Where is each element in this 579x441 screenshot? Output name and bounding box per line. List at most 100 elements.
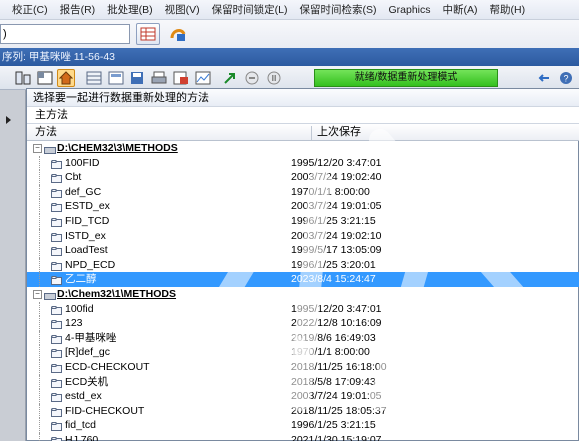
dialog-title: 选择要一起进行数据重新处理的方法 xyxy=(27,89,579,107)
method-name: HJ 760 xyxy=(65,433,99,441)
tree-line xyxy=(39,418,40,433)
tree-line xyxy=(39,403,40,419)
tree-line xyxy=(39,316,40,331)
load-method-icon[interactable] xyxy=(166,23,190,45)
folder-row[interactable]: − D:\Chem32\1\METHODS xyxy=(27,287,579,302)
tree-line xyxy=(39,432,40,441)
menu-calibration[interactable]: 校正(C) xyxy=(6,2,54,17)
table-icon[interactable] xyxy=(136,23,160,45)
method-folder-icon xyxy=(51,436,62,441)
method-date: 2003/7/24 19:01:05 xyxy=(291,390,382,403)
method-date: 2003/7/24 19:02:40 xyxy=(291,171,382,184)
method-folder-icon xyxy=(51,261,62,271)
method-folder-icon xyxy=(51,305,62,315)
method-folder-icon xyxy=(51,202,62,213)
method-combo[interactable]: ) xyxy=(0,24,130,44)
chart-icon[interactable] xyxy=(194,69,212,87)
method-row[interactable]: LoadTest 1999/5/17 13:05:09 xyxy=(27,243,579,258)
menu-graphics[interactable]: Graphics xyxy=(383,4,437,16)
method-row[interactable]: FID_TCD 1996/1/25 3:21:15 xyxy=(27,213,579,229)
method-folder-icon xyxy=(51,188,62,198)
method-row[interactable]: NPD_ECD 1996/1/25 3:20:01 xyxy=(27,257,579,273)
method-folder-icon xyxy=(51,407,62,417)
menu-view[interactable]: 视图(V) xyxy=(159,2,206,17)
method-name: ECD关机 xyxy=(65,375,109,388)
stop-icon[interactable] xyxy=(243,69,261,87)
tree-line xyxy=(39,199,40,214)
method-row: ) xyxy=(0,20,579,48)
menu-rt-lock[interactable]: 保留时间锁定(L) xyxy=(206,2,294,17)
collapse-icon[interactable]: − xyxy=(33,289,42,299)
sequence-table-icon[interactable] xyxy=(107,69,125,87)
method-row[interactable]: def_GC 1970/1/1 8:00:00 xyxy=(27,184,579,200)
method-name: ISTD_ex xyxy=(65,229,106,242)
pause-icon[interactable] xyxy=(265,69,283,87)
method-row[interactable]: 123 2022/12/8 10:16:09 xyxy=(27,316,579,331)
menu-help[interactable]: 帮助(H) xyxy=(484,2,532,17)
method-row[interactable]: estd_ex 2003/7/24 19:01:05 xyxy=(27,389,579,404)
col-last-saved[interactable]: 上次保存 xyxy=(317,124,361,141)
layout2-icon[interactable] xyxy=(36,69,54,87)
prev-icon[interactable] xyxy=(536,69,554,87)
left-panel xyxy=(0,90,26,441)
tree-line xyxy=(39,389,40,404)
method-row[interactable]: FID-CHECKOUT 2018/11/25 18:05:37 xyxy=(27,403,579,419)
tree-line xyxy=(39,228,40,244)
method-row[interactable]: [R]def_gc 1970/1/1 8:00:00 xyxy=(27,345,579,360)
method-name: [R]def_gc xyxy=(65,346,110,359)
col-method[interactable]: 方法 xyxy=(35,124,57,141)
method-folder-icon xyxy=(51,378,62,388)
save-icon[interactable] xyxy=(129,69,147,87)
tree-line xyxy=(39,359,40,375)
collapse-icon[interactable]: − xyxy=(33,144,42,153)
method-row[interactable]: ECD-CHECKOUT 2018/11/25 16:18:00 xyxy=(27,359,579,375)
main-toolbar: 就绪/数据重新处理模式 ? xyxy=(0,66,579,90)
method-name: ESTD_ex xyxy=(65,200,110,213)
menu-batch[interactable]: 批处理(B) xyxy=(101,2,159,17)
method-date: 2003/7/24 19:01:05 xyxy=(291,200,382,213)
method-folder-icon xyxy=(51,348,62,359)
method-row[interactable]: ESTD_ex 2003/7/24 19:01:05 xyxy=(27,199,579,214)
method-folder-icon xyxy=(51,363,62,373)
expand-arrow-icon[interactable] xyxy=(6,116,11,124)
method-date: 1996/1/25 3:21:15 xyxy=(291,214,376,227)
method-date: 1999/5/17 13:05:09 xyxy=(291,244,382,257)
method-date: 2003/7/24 19:02:10 xyxy=(291,229,382,242)
method-name: Cbt xyxy=(65,171,82,184)
method-row[interactable]: fid_tcd 1996/1/25 3:21:15 xyxy=(27,418,579,433)
method-row[interactable]: Cbt 2003/7/24 19:02:40 xyxy=(27,170,579,185)
method-select-dialog: 选择要一起进行数据重新处理的方法 主方法 方法 上次保存 − D:\CHEM32\… xyxy=(26,88,579,441)
layout-icon[interactable] xyxy=(14,69,32,87)
tree-line xyxy=(39,213,40,229)
report-icon[interactable] xyxy=(172,69,190,87)
folder-row[interactable]: − D:\CHEM32\3\METHODS xyxy=(27,141,579,156)
method-date: 1996/1/25 3:20:01 xyxy=(291,258,376,271)
tree-line xyxy=(39,374,40,390)
method-row[interactable]: 4-甲基咪唑 2019/8/6 16:49:03 xyxy=(27,330,579,346)
tree-line xyxy=(39,301,40,317)
method-row[interactable]: 100fid 1995/12/20 3:47:01 xyxy=(27,301,579,317)
method-row[interactable]: HJ 760 2021/1/30 15:19:07 xyxy=(27,432,579,441)
menu-report[interactable]: 报告(R) xyxy=(54,2,102,17)
method-folder-icon xyxy=(51,392,62,403)
help-icon[interactable]: ? xyxy=(557,69,575,87)
menu-abort[interactable]: 中断(A) xyxy=(437,2,484,17)
method-date: 2018/11/25 16:18:00 xyxy=(291,360,387,373)
tree-line xyxy=(39,272,40,287)
home-icon[interactable] xyxy=(57,68,76,87)
method-name: 123 xyxy=(65,317,83,330)
menu-rt-search[interactable]: 保留时间检索(S) xyxy=(294,2,383,17)
grid-icon[interactable] xyxy=(85,69,103,87)
method-name: estd_ex xyxy=(65,390,102,403)
print-icon[interactable] xyxy=(150,69,168,87)
method-row[interactable]: 乙二醇 2023/8/4 15:24:47 xyxy=(27,272,579,287)
column-header: 方法 上次保存 xyxy=(27,123,579,141)
method-name: 100fid xyxy=(65,302,94,315)
method-name: FID_TCD xyxy=(65,214,110,227)
method-row[interactable]: ISTD_ex 2003/7/24 19:02:10 xyxy=(27,228,579,244)
arrow-icon[interactable] xyxy=(221,69,239,87)
method-row[interactable]: 100FID 1995/12/20 3:47:01 xyxy=(27,155,579,171)
method-name: FID-CHECKOUT xyxy=(65,404,145,417)
method-row[interactable]: ECD关机 2018/5/8 17:09:43 xyxy=(27,374,579,390)
tree-line xyxy=(39,184,40,200)
